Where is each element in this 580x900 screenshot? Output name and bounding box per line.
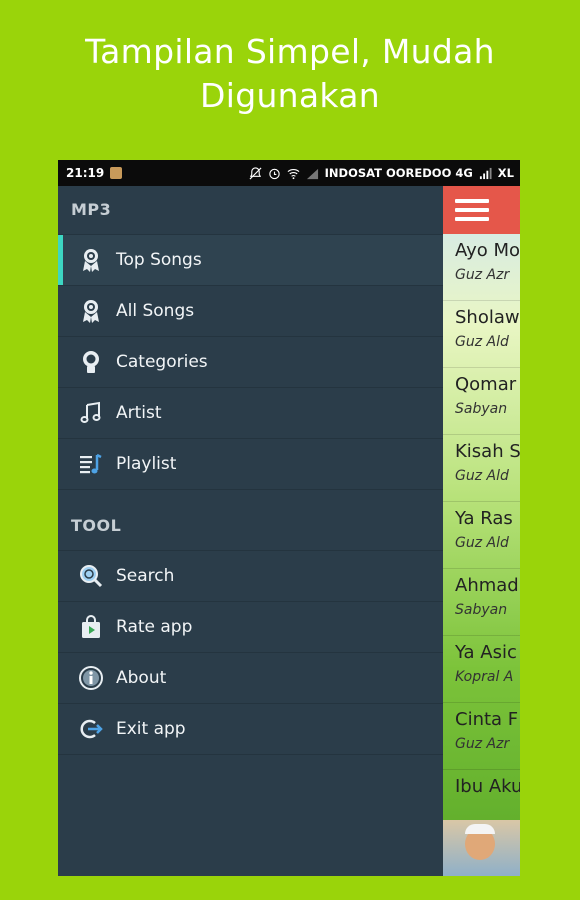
promo-headline: Tampilan Simpel, Mudah Digunakan xyxy=(0,30,580,118)
app-notification-icon xyxy=(110,167,123,179)
wifi-icon xyxy=(287,168,300,179)
playlist-icon xyxy=(78,451,104,477)
song-list-item[interactable]: Ayo Mo Guz Azr xyxy=(443,234,520,301)
mp3-menu: Top Songs All Songs Categories Artist Playli… xyxy=(58,235,443,490)
song-title: Ayo Mo xyxy=(455,240,520,261)
song-list: Ayo Mo Guz Azr Sholaw Guz Ald Qomar Sabyan Kis… xyxy=(443,234,520,837)
alarm-icon xyxy=(268,168,280,179)
song-title: Cinta F xyxy=(455,709,519,730)
song-artist: Guz Azr xyxy=(455,267,510,283)
headline-line-2: Digunakan xyxy=(200,76,380,115)
award-ribbon-icon xyxy=(78,298,104,324)
song-artist: Sabyan xyxy=(455,401,508,417)
song-list-item[interactable]: Qomar Sabyan xyxy=(443,368,520,435)
song-artist: Sabyan xyxy=(455,602,508,618)
headline-line-1: Tampilan Simpel, Mudah xyxy=(85,32,495,71)
song-title: Ya Asic xyxy=(455,642,517,663)
song-artist: Guz Ald xyxy=(455,334,509,350)
song-list-item[interactable]: Cinta F Guz Azr xyxy=(443,703,520,770)
tool-menu: Search Rate app About Exit app xyxy=(58,551,443,755)
drawer-item-rate-app[interactable]: Rate app xyxy=(58,602,443,653)
song-artist: Guz Azr xyxy=(455,736,510,752)
drawer-item-label: Playlist xyxy=(116,454,177,474)
song-artist: Guz Ald xyxy=(455,535,509,551)
song-list-item[interactable]: Ahmad Sabyan xyxy=(443,569,520,636)
search-icon xyxy=(78,563,104,589)
song-title: Ibu Aku xyxy=(455,776,520,797)
drawer-item-label: About xyxy=(116,668,167,688)
song-list-item[interactable]: Kisah S Guz Ald xyxy=(443,435,520,502)
now-playing-thumbnail[interactable] xyxy=(443,820,520,876)
drawer-item-exit-app[interactable]: Exit app xyxy=(58,704,443,755)
drawer-item-label: Exit app xyxy=(116,719,186,739)
carrier-2-label: XL xyxy=(497,166,514,180)
carrier-label: INDOSAT OOREDOO 4G xyxy=(324,166,473,180)
navigation-drawer: MP3 Top Songs All Songs Categories Artist Pl… xyxy=(58,186,443,876)
drawer-item-label: All Songs xyxy=(116,301,195,321)
song-list-item[interactable]: Ya Ras Guz Ald xyxy=(443,502,520,569)
music-note-icon xyxy=(78,400,104,426)
drawer-item-categories[interactable]: Categories xyxy=(58,337,443,388)
award-ribbon-icon xyxy=(78,247,104,273)
mute-bell-icon xyxy=(249,166,262,179)
song-title: Sholaw xyxy=(455,307,520,328)
section-header-mp3: MP3 xyxy=(58,186,443,235)
song-list-item[interactable]: Ya Asic Kopral A xyxy=(443,636,520,703)
song-artist: Guz Ald xyxy=(455,468,509,484)
drawer-item-label: Top Songs xyxy=(116,250,202,270)
info-icon xyxy=(78,665,104,691)
status-time: 21:19 xyxy=(66,166,105,180)
menu-icon[interactable] xyxy=(455,194,489,226)
drawer-item-search[interactable]: Search xyxy=(58,551,443,602)
song-title: Ya Ras xyxy=(455,508,513,529)
signal-icon xyxy=(306,168,318,179)
exit-icon xyxy=(78,716,104,742)
store-bag-icon xyxy=(78,614,104,640)
song-list-panel: Ayo Mo Guz Azr Sholaw Guz Ald Qomar Sabyan Kis… xyxy=(443,186,520,876)
drawer-item-playlist[interactable]: Playlist xyxy=(58,439,443,490)
section-header-tool: TOOL xyxy=(58,502,443,551)
song-list-item[interactable]: Sholaw Guz Ald xyxy=(443,301,520,368)
drawer-item-label: Search xyxy=(116,566,175,586)
drawer-item-artist[interactable]: Artist xyxy=(58,388,443,439)
phone-screen: 21:19 INDOSAT OOREDOO 4G XL Ayo Mo Guz Az… xyxy=(58,160,520,876)
status-right: INDOSAT OOREDOO 4G XL xyxy=(249,160,514,186)
drawer-item-top-songs[interactable]: Top Songs xyxy=(58,235,443,286)
song-title: Qomar xyxy=(455,374,517,395)
badge-icon xyxy=(78,349,104,375)
drawer-item-all-songs[interactable]: All Songs xyxy=(58,286,443,337)
drawer-item-about[interactable]: About xyxy=(58,653,443,704)
song-title: Ahmad xyxy=(455,575,519,596)
drawer-item-label: Rate app xyxy=(116,617,193,637)
drawer-item-label: Categories xyxy=(116,352,208,372)
signal-bars-icon xyxy=(479,167,492,179)
song-artist: Kopral A xyxy=(455,669,514,685)
app-toolbar xyxy=(443,186,520,234)
drawer-item-label: Artist xyxy=(116,403,162,423)
song-title: Kisah S xyxy=(455,441,520,462)
status-bar: 21:19 INDOSAT OOREDOO 4G XL xyxy=(58,160,520,186)
